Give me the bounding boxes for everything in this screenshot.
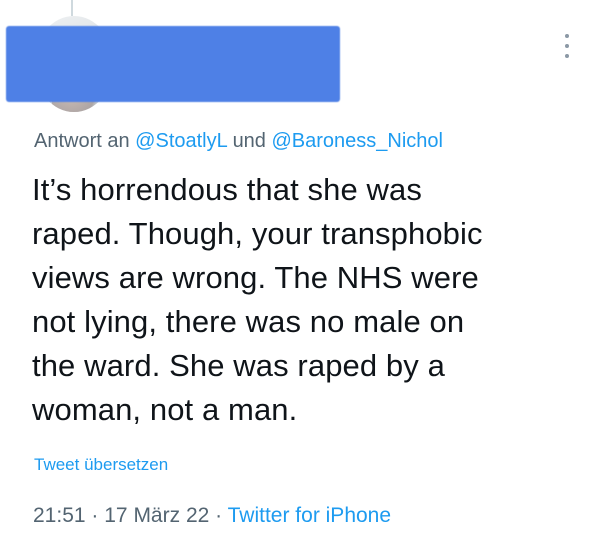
more-dot [565, 44, 569, 48]
mention-link-stoatlyl[interactable]: @StoatlyL [135, 130, 227, 152]
translate-tweet-link[interactable]: Tweet übersetzen [34, 455, 168, 475]
reply-prefix: Antwort an [34, 130, 130, 152]
more-dot [565, 54, 569, 58]
more-vertical-icon[interactable] [557, 34, 577, 58]
reply-conjunction: und [232, 130, 266, 152]
tweet-source-link[interactable]: Twitter for iPhone [228, 504, 391, 527]
more-dot [565, 34, 569, 38]
thread-connector-line [71, 0, 73, 16]
reply-context: Antwort an @StoatlyL und @Baroness_Nicho… [34, 130, 443, 153]
meta-separator: · [91, 504, 99, 527]
tweet-time[interactable]: 21:51 [33, 504, 86, 527]
tweet-date[interactable]: 17 März 22 [104, 504, 209, 527]
tweet-metadata: 21:51 · 17 März 22 · Twitter for iPhone [33, 504, 391, 528]
meta-separator: · [215, 504, 223, 527]
tweet-text: It’s horrendous that she was raped. Thou… [32, 172, 483, 427]
redacted-author-block [6, 26, 340, 102]
mention-link-baroness-nichol[interactable]: @Baroness_Nichol [272, 130, 444, 152]
